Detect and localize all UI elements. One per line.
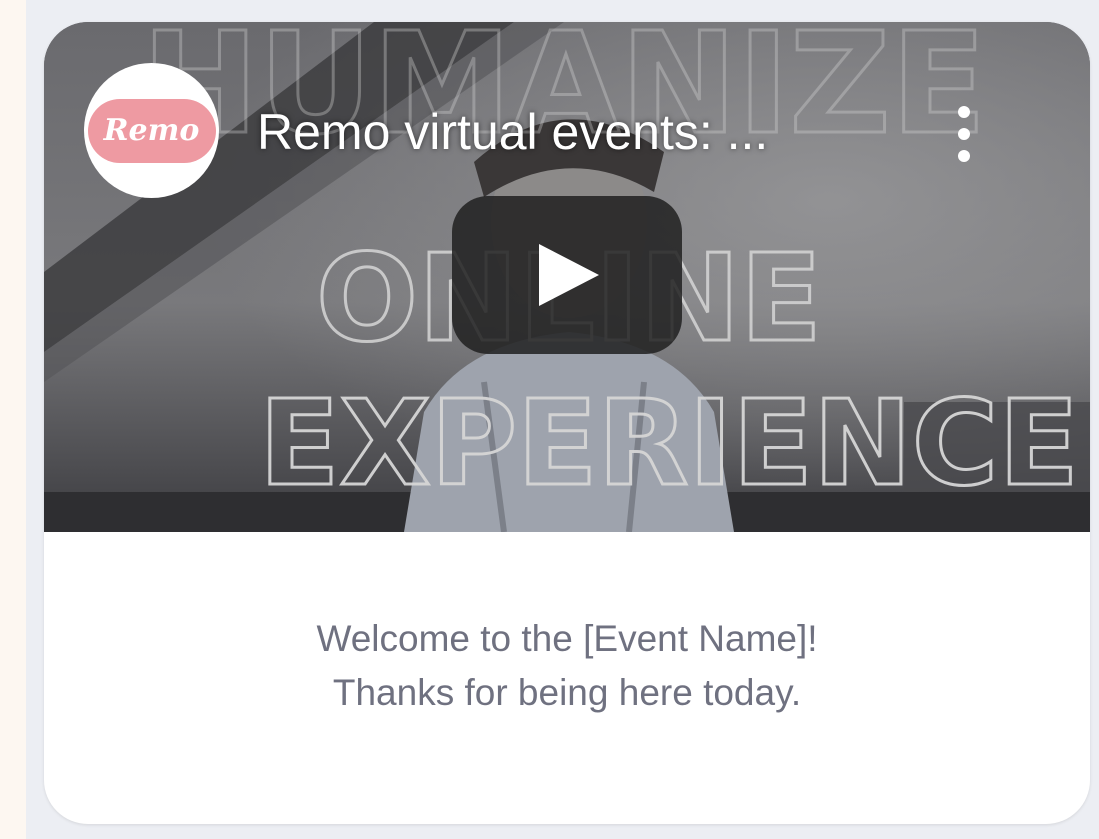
overlay-word-3: EXPERIENCE [259,374,1079,512]
welcome-card: HUMANIZE ONLINE EXPERIENCE Remo Remo vir… [44,22,1090,824]
video-title[interactable]: Remo virtual events: ... [257,102,917,162]
menu-dot [958,106,970,118]
menu-dot [958,128,970,140]
more-vert-icon[interactable] [944,102,984,166]
play-button[interactable] [452,196,682,354]
avatar-label: Remo [103,113,200,148]
play-icon [539,244,599,306]
welcome-message: Welcome to the [Event Name]! Thanks for … [44,612,1090,720]
remo-logo: Remo [87,98,216,163]
welcome-line-2: Thanks for being here today. [332,672,802,713]
menu-dot [958,150,970,162]
channel-avatar[interactable]: Remo [84,63,219,198]
welcome-line-1: Welcome to the [Event Name]! [316,618,818,659]
video-embed[interactable]: HUMANIZE ONLINE EXPERIENCE Remo Remo vir… [44,22,1090,532]
